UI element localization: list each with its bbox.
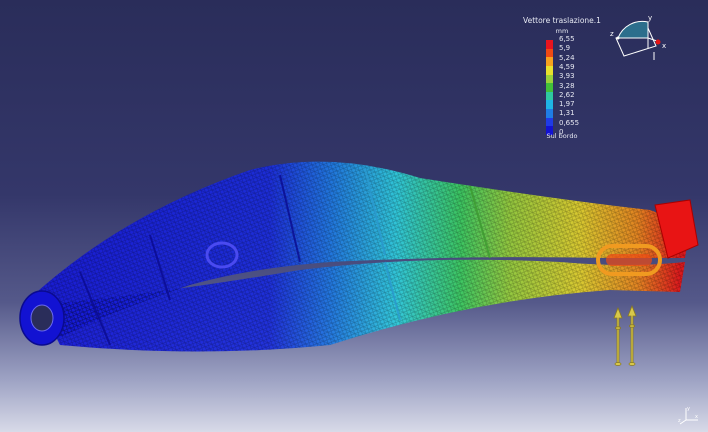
compass-label-z: z bbox=[610, 30, 614, 38]
displacement-legend: Vettore traslazione.1 mm 6,55 5,9 5,24 4… bbox=[512, 14, 612, 144]
legend-tick: 1,31 bbox=[559, 109, 575, 118]
legend-footer: Sul bordo bbox=[546, 132, 578, 140]
pivot-hole bbox=[30, 304, 54, 332]
triad-label-y: y bbox=[687, 406, 690, 412]
load-arrows-icon bbox=[613, 304, 637, 366]
legend-swatch bbox=[546, 57, 553, 66]
legend-unit: mm bbox=[555, 27, 569, 35]
legend-tick-labels: 6,55 5,9 5,24 4,59 3,93 3,28 2,62 1,97 1… bbox=[559, 35, 609, 140]
legend-title: Vettore traslazione.1 bbox=[523, 16, 601, 25]
legend-tick: 0,655 bbox=[559, 118, 580, 127]
legend-swatch bbox=[546, 100, 553, 110]
3d-viewport[interactable]: Vettore traslazione.1 mm 6,55 5,9 5,24 4… bbox=[0, 0, 708, 432]
load-arrow bbox=[613, 304, 637, 366]
triad-label-x: x bbox=[695, 414, 698, 420]
legend-tick: 6,55 bbox=[559, 35, 575, 43]
legend-tick: 3,28 bbox=[559, 81, 575, 90]
legend-swatch bbox=[546, 109, 553, 118]
legend-color-bar bbox=[546, 40, 553, 136]
legend-tick: 3,93 bbox=[559, 72, 575, 81]
legend-tick: 5,24 bbox=[559, 53, 575, 62]
legend-swatch bbox=[546, 91, 553, 101]
legend-swatch bbox=[546, 40, 553, 49]
legend-swatch bbox=[546, 48, 553, 58]
legend-swatch bbox=[546, 117, 553, 127]
legend-tick: 4,59 bbox=[559, 62, 575, 71]
legend-tick: 5,9 bbox=[559, 44, 571, 53]
legend-tick: 1,97 bbox=[559, 100, 575, 109]
view-compass[interactable]: y z x bbox=[608, 14, 668, 64]
compass-label-y: y bbox=[648, 14, 652, 22]
compass-label-x: x bbox=[662, 42, 666, 50]
triad-label-z: z bbox=[678, 418, 681, 424]
legend-tick: 2,62 bbox=[559, 90, 575, 99]
legend-swatch bbox=[546, 83, 553, 92]
axis-triad: y x z bbox=[678, 406, 698, 425]
legend-swatch bbox=[546, 74, 553, 84]
legend-swatch bbox=[546, 65, 553, 75]
